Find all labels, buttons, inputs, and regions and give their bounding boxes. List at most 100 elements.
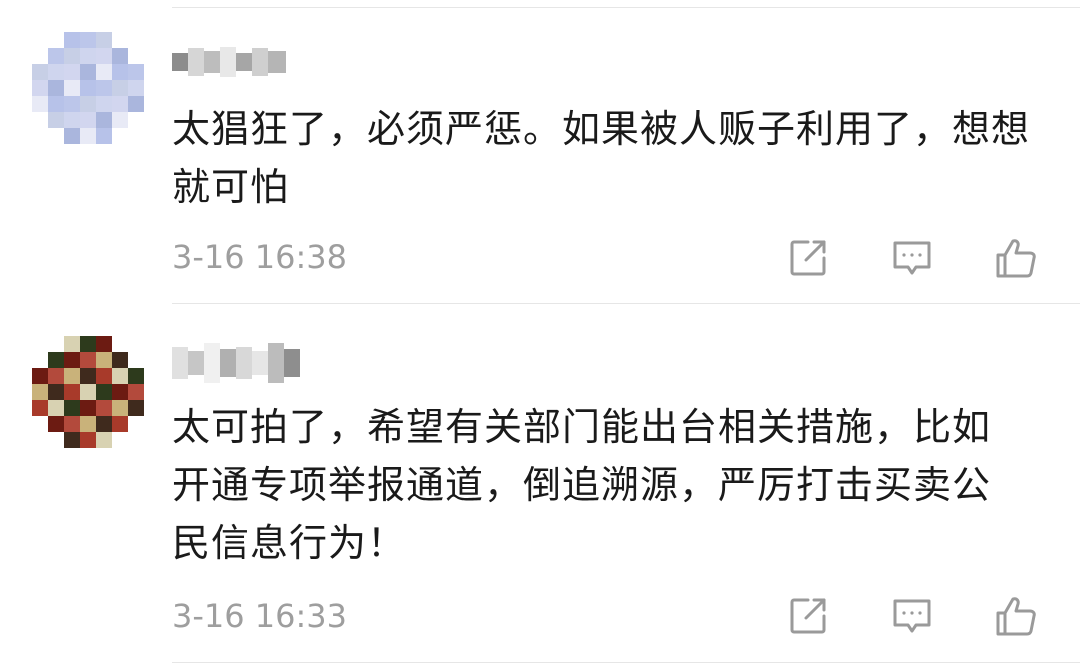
avatar-mosaic-cell <box>96 416 112 432</box>
avatar-mosaic-cell <box>64 400 80 416</box>
avatar-mosaic-cell <box>64 112 80 128</box>
avatar-mosaic-cell <box>80 368 96 384</box>
avatar-mosaic-cell <box>128 400 144 416</box>
avatar-mosaic-cell <box>112 128 128 144</box>
avatar-mosaic-cell <box>32 48 48 64</box>
avatar-mosaic-cell <box>112 96 128 112</box>
avatar-mosaic-cell <box>80 48 96 64</box>
avatar-mosaic-cell <box>48 112 64 128</box>
username-mosaic-block <box>236 53 252 71</box>
avatar-mosaic-cell <box>80 432 96 448</box>
comment-icon[interactable] <box>890 236 934 280</box>
comment-text: 太猖狂了，必须严惩。如果被人贩子利用了，想想 就可怕 <box>172 107 1031 209</box>
avatar[interactable] <box>32 32 144 144</box>
avatar-mosaic-cell <box>96 64 112 80</box>
avatar-mosaic-cell <box>112 112 128 128</box>
avatar-mosaic-cell <box>128 48 144 64</box>
avatar-mosaic-cell <box>128 416 144 432</box>
avatar-mosaic-cell <box>48 400 64 416</box>
avatar-mosaic-cell <box>80 128 96 144</box>
avatar-mosaic-cell <box>80 352 96 368</box>
avatar-mosaic-cell <box>128 352 144 368</box>
avatar-mosaic-cell <box>32 96 48 112</box>
comment-timestamp: 3-16 16:38 <box>172 238 348 276</box>
avatar-mosaic-cell <box>64 128 80 144</box>
avatar-mosaic-cell <box>96 352 112 368</box>
avatar-mosaic-cell <box>48 416 64 432</box>
like-icon[interactable] <box>994 236 1038 280</box>
avatar-mosaic-cell <box>112 416 128 432</box>
avatar-mosaic-cell <box>48 368 64 384</box>
avatar-mosaic-cell <box>80 336 96 352</box>
avatar-mosaic-cell <box>112 64 128 80</box>
avatar-mosaic-cell <box>32 368 48 384</box>
username-mosaic-block <box>252 48 268 76</box>
avatar[interactable] <box>32 336 144 448</box>
avatar-mosaic-cell <box>96 32 112 48</box>
avatar-mosaic-cell <box>80 416 96 432</box>
avatar-mosaic-cell <box>80 112 96 128</box>
share-icon[interactable] <box>786 236 830 280</box>
username-mosaic-block <box>268 343 284 383</box>
avatar-mosaic-cell <box>32 416 48 432</box>
username-mosaic-block <box>284 349 300 377</box>
avatar-mosaic-cell <box>112 32 128 48</box>
avatar-mosaic-cell <box>112 48 128 64</box>
avatar-mosaic-cell <box>128 32 144 48</box>
avatar-mosaic-cell <box>80 400 96 416</box>
avatar-mosaic-cell <box>80 32 96 48</box>
avatar-mosaic-cell <box>96 368 112 384</box>
avatar-mosaic-cell <box>80 64 96 80</box>
avatar-mosaic-cell <box>48 384 64 400</box>
avatar-mosaic-cell <box>48 48 64 64</box>
avatar-mosaic-cell <box>48 64 64 80</box>
avatar-mosaic-cell <box>128 384 144 400</box>
avatar-mosaic-cell <box>128 336 144 352</box>
username-pixelated[interactable] <box>172 338 300 388</box>
username-mosaic-block <box>172 53 188 71</box>
avatar-mosaic-cell <box>80 384 96 400</box>
comment-icon[interactable] <box>890 594 934 638</box>
bottom-divider <box>172 662 1080 663</box>
avatar-mosaic-cell <box>64 48 80 64</box>
avatar-mosaic-cell <box>112 432 128 448</box>
avatar-mosaic-cell <box>64 416 80 432</box>
comment-text: 太可拍了，希望有关部门能出台相关措施，比如 开通专项举报通道，倒追溯源，严厉打击… <box>172 405 992 565</box>
avatar-mosaic-cell <box>64 32 80 48</box>
avatar-mosaic-cell <box>112 384 128 400</box>
avatar-mosaic-cell <box>64 432 80 448</box>
avatar-mosaic-cell <box>112 400 128 416</box>
avatar-mosaic-cell <box>48 432 64 448</box>
avatar-mosaic-cell <box>112 336 128 352</box>
avatar-mosaic-cell <box>96 400 112 416</box>
comment-item: 太猖狂了，必须严惩。如果被人贩子利用了，想想 就可怕 3-16 16:38 <box>0 0 1080 303</box>
avatar-mosaic-cell <box>112 352 128 368</box>
avatar-mosaic-cell <box>64 96 80 112</box>
avatar-mosaic-cell <box>128 80 144 96</box>
username-mosaic-block <box>268 51 286 73</box>
avatar-mosaic-cell <box>48 352 64 368</box>
avatar-mosaic-cell <box>32 336 48 352</box>
avatar-mosaic-cell <box>32 432 48 448</box>
avatar-mosaic-cell <box>80 80 96 96</box>
avatar-mosaic-cell <box>128 128 144 144</box>
avatar-mosaic-cell <box>32 384 48 400</box>
avatar-mosaic-cell <box>64 64 80 80</box>
avatar-mosaic-cell <box>112 368 128 384</box>
username-mosaic-block <box>204 343 220 383</box>
username-mosaic-block <box>220 47 236 77</box>
avatar-mosaic-cell <box>48 128 64 144</box>
avatar-mosaic-cell <box>96 80 112 96</box>
share-icon[interactable] <box>786 594 830 638</box>
username-mosaic-block <box>204 51 220 73</box>
avatar-mosaic-cell <box>96 432 112 448</box>
comment-timestamp: 3-16 16:33 <box>172 597 348 635</box>
username-pixelated[interactable] <box>172 46 286 78</box>
username-mosaic-block <box>188 48 204 76</box>
avatar-mosaic-cell <box>128 96 144 112</box>
username-mosaic-block <box>188 351 204 375</box>
like-icon[interactable] <box>994 594 1038 638</box>
avatar-mosaic-cell <box>96 48 112 64</box>
username-mosaic-block <box>236 347 252 379</box>
avatar-mosaic-cell <box>80 96 96 112</box>
